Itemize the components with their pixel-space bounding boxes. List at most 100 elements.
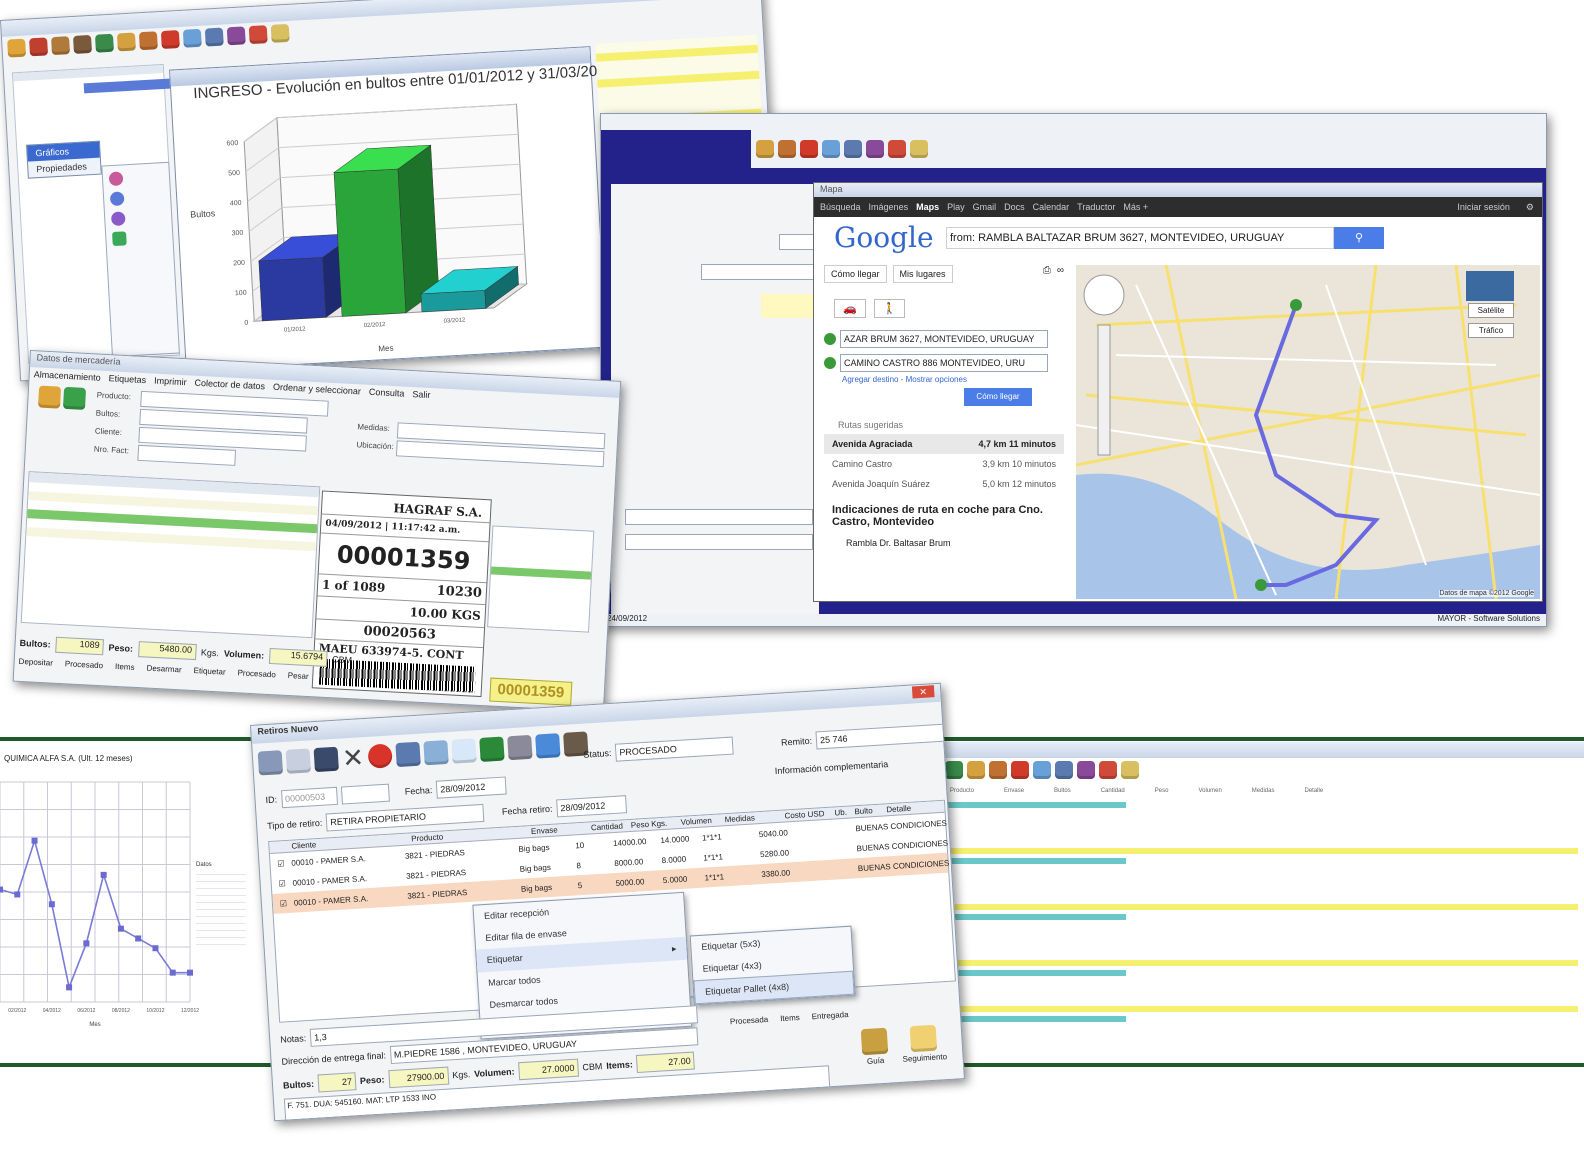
nav-traductor[interactable]: Traductor — [1077, 202, 1115, 212]
menu-etiquetas[interactable]: Etiquetas — [108, 373, 146, 385]
seguimiento-button[interactable]: Seguimiento — [901, 1024, 947, 1064]
route-button[interactable]: Cómo llegar — [964, 388, 1032, 406]
route-to-input[interactable]: CAMINO CASTRO 886 MONTEVIDEO, URU — [840, 354, 1048, 372]
tipo-select[interactable]: RETIRA PROPIETARIO — [325, 803, 485, 832]
nav-busqueda[interactable]: Búsqueda — [820, 202, 861, 212]
people-icon[interactable] — [866, 140, 884, 158]
link-icon[interactable]: ∞ — [1057, 265, 1064, 283]
book-icon[interactable] — [395, 741, 421, 768]
nav-calendar[interactable]: Calendar — [1033, 202, 1070, 212]
print-icon[interactable]: ⎙ — [1043, 265, 1051, 283]
procesado-button[interactable]: Procesado — [65, 659, 104, 670]
globe-icon[interactable] — [94, 33, 114, 53]
crate-icon[interactable] — [989, 761, 1007, 779]
refresh-icon[interactable] — [63, 386, 87, 410]
crate-icon[interactable] — [778, 140, 796, 158]
route-row-2[interactable]: Avenida Joaquín Suárez 5,0 km 12 minutos — [824, 474, 1064, 494]
menu-ordenar[interactable]: Ordenar y seleccionar — [273, 382, 361, 397]
nav-imagenes[interactable]: Imágenes — [869, 202, 909, 212]
nav-gmail[interactable]: Gmail — [973, 202, 997, 212]
page-icon[interactable] — [285, 748, 312, 774]
car-icon[interactable]: 🚗 — [834, 299, 866, 318]
maps-search-input[interactable]: from: RAMBLA BALTAZAR BRUM 3627, MONTEVI… — [946, 227, 1334, 249]
route-from-input[interactable]: AZAR BRUM 3627, MONTEVIDEO, URUGUAY — [840, 330, 1048, 348]
apple-icon[interactable] — [800, 140, 818, 158]
nrofact-input[interactable] — [137, 444, 237, 466]
inbox-icon[interactable] — [451, 738, 477, 764]
tab-mis-lugares[interactable]: Mis lugares — [892, 265, 953, 283]
desarmar-button[interactable]: Desarmar — [146, 664, 182, 675]
fecha-input[interactable]: 28/09/2012 — [435, 776, 507, 799]
calendar-icon[interactable] — [248, 25, 268, 45]
route-row-0[interactable]: Avenida Agraciada 4,7 km 11 minutos — [824, 434, 1064, 454]
folder-icon[interactable] — [7, 38, 27, 58]
nav-docs[interactable]: Docs — [1004, 202, 1025, 212]
checkbox[interactable]: ☑ — [271, 878, 292, 888]
folder-icon[interactable] — [38, 385, 62, 409]
menu-colector[interactable]: Colector de datos — [194, 378, 265, 392]
save-icon[interactable] — [313, 746, 339, 773]
menu-item-propiedades[interactable]: Propiedades — [28, 158, 101, 178]
procesado2-button[interactable]: Procesado — [237, 668, 276, 679]
books-icon[interactable] — [423, 739, 449, 766]
apple-icon[interactable] — [160, 30, 180, 50]
map-canvas[interactable]: Satélite Tráfico Datos de mapa ©2012 Goo… — [1076, 265, 1540, 599]
etiquetar-button[interactable]: Etiquetar — [193, 666, 225, 677]
pen-icon[interactable] — [1121, 761, 1139, 779]
pen-icon[interactable] — [910, 140, 928, 158]
pesar-button[interactable]: Pesar — [288, 671, 309, 681]
user-icon[interactable] — [29, 37, 49, 57]
box-icon[interactable] — [51, 36, 71, 56]
nav-maps[interactable]: Maps — [916, 202, 939, 212]
truck-icon[interactable] — [73, 34, 92, 54]
marker-b-icon — [824, 357, 836, 369]
route-row-1[interactable]: Camino Castro 3,9 km 10 minutos — [824, 454, 1064, 474]
excel-icon[interactable] — [479, 736, 505, 762]
printer-icon[interactable] — [506, 734, 533, 761]
checkbox[interactable]: ☑ — [270, 858, 291, 868]
tab-como-llegar[interactable]: Cómo llegar — [824, 265, 887, 283]
menu-almacenamiento[interactable]: Almacenamiento — [33, 369, 100, 382]
document-icon[interactable] — [1033, 761, 1051, 779]
delete-icon[interactable]: ✕ — [341, 742, 365, 773]
gear-icon[interactable]: ⚙ — [1526, 202, 1534, 213]
book-icon[interactable] — [844, 140, 862, 158]
cancel-icon[interactable] — [367, 743, 393, 769]
package-icon[interactable] — [756, 140, 774, 158]
document-icon[interactable] — [822, 140, 840, 158]
nav-mas[interactable]: Más + — [1123, 202, 1148, 212]
people-icon[interactable] — [1077, 761, 1095, 779]
guia-button[interactable]: Guía — [860, 1027, 889, 1067]
book-icon[interactable] — [204, 27, 224, 47]
pen-icon[interactable] — [270, 23, 290, 43]
items-button[interactable]: Items — [115, 662, 135, 672]
menu-imprimir[interactable]: Imprimir — [154, 376, 187, 388]
info-icon[interactable] — [534, 733, 561, 759]
data-point — [66, 984, 73, 991]
people-icon[interactable] — [226, 26, 246, 46]
crate-icon[interactable] — [138, 31, 158, 51]
menu-consulta[interactable]: Consulta — [369, 387, 405, 399]
new-icon[interactable] — [257, 750, 284, 776]
close-button[interactable]: ✕ — [911, 685, 935, 699]
fecha-retiro-input[interactable]: 28/09/2012 — [555, 795, 627, 818]
walk-icon[interactable]: 🚶 — [873, 299, 906, 318]
satellite-button[interactable]: Satélite — [1468, 303, 1514, 318]
nav-play[interactable]: Play — [947, 202, 965, 212]
book-icon[interactable] — [1055, 761, 1073, 779]
package-icon[interactable] — [967, 761, 985, 779]
document-icon[interactable] — [182, 28, 202, 48]
maps-search-button[interactable]: ⚲ — [1334, 227, 1384, 249]
add-destination-link[interactable]: Agregar destino - Mostrar opciones — [842, 375, 1064, 384]
calendar-icon[interactable] — [1099, 761, 1117, 779]
signin-link[interactable]: Iniciar sesión — [1457, 202, 1510, 212]
menu-salir[interactable]: Salir — [412, 389, 431, 400]
traffic-button[interactable]: Tráfico — [1468, 323, 1514, 338]
globe-icon[interactable] — [945, 761, 963, 779]
package-icon[interactable] — [116, 32, 136, 52]
calendar-icon[interactable] — [888, 140, 906, 158]
apple-icon[interactable] — [1011, 761, 1029, 779]
depositar-button[interactable]: Depositar — [18, 657, 53, 668]
id-extra-input[interactable] — [340, 783, 390, 805]
checkbox[interactable]: ☑ — [273, 898, 294, 908]
